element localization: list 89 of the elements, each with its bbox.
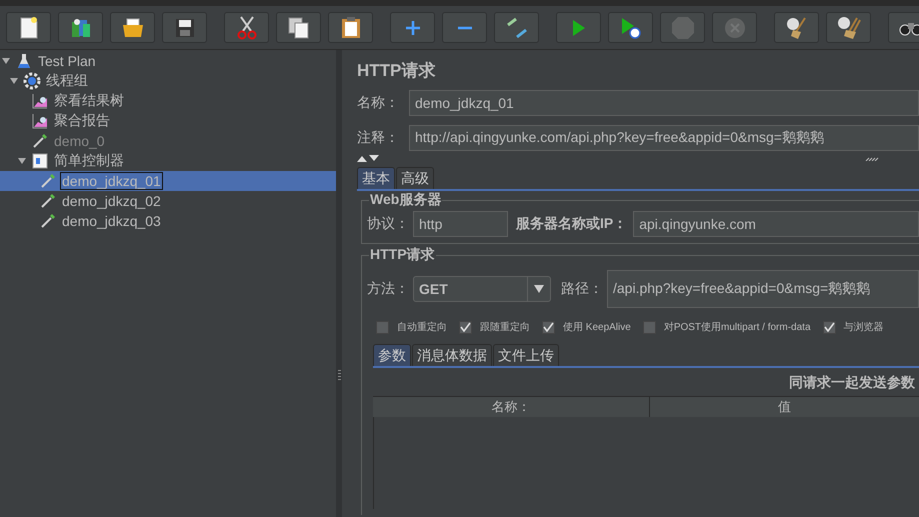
document-icon [20,16,38,38]
checkbox[interactable] [822,320,836,334]
panel-title: HTTP请求 [357,60,436,82]
tree-item[interactable]: demo_jdkzq_03 [0,211,336,231]
toolbar-button[interactable] [58,12,103,43]
checkbox[interactable] [459,320,472,334]
toolbar-button[interactable] [110,12,155,43]
checkbox-label: 对POST使用multipart / form-data [664,320,811,334]
toolbar-button[interactable] [162,12,207,43]
column-header[interactable]: 名称： [373,397,650,417]
field-label: 路径： [561,280,603,298]
checkbox[interactable] [376,320,389,334]
tree-item[interactable]: 简单控制器 [0,151,336,171]
field-label: 方法： [367,280,409,298]
tab[interactable]: 参数 [373,344,411,366]
table-caption: 同请求一起发送参数 [789,374,915,390]
field-label: 名称： [357,94,400,112]
toolbar-button[interactable] [826,12,871,43]
checkbox[interactable] [542,320,555,334]
splitter-grip[interactable] [338,370,341,382]
tree-label: demo_jdkzq_01 [60,172,163,190]
section-title: Web服务器 [369,191,442,209]
tab[interactable]: 消息体数据 [412,344,492,366]
field-label: 协议： [367,215,409,233]
play-timer-icon [620,16,640,38]
pencils-icon [506,16,528,38]
section-title: HTTP请求 [369,246,436,264]
checkbox-label: 与浏览器 [844,320,884,334]
folder-icon [122,18,144,38]
tree-label: demo_0 [53,132,106,150]
expanded-arrow-icon[interactable] [18,157,26,165]
expanded-arrow-icon[interactable] [10,77,18,85]
pipette-icon [40,213,56,229]
cut-icon [236,16,258,40]
checkbox-label: 跟随重定向 [480,320,530,334]
toolbar-button[interactable] [6,12,51,43]
controller-icon [32,153,48,169]
tree-label: demo_jdkzq_03 [61,212,162,230]
toolbar-button[interactable] [774,12,819,43]
tree-item[interactable]: 察看结果树 [0,91,336,111]
tree-item[interactable]: 线程组 [0,71,336,91]
tree-label: 察看结果树 [53,91,125,110]
checkbox[interactable] [642,320,656,334]
chart-icon [32,113,48,129]
toolbar-button[interactable] [328,12,373,43]
tree-label: 简单控制器 [53,151,125,170]
tree-label: 聚合报告 [53,111,111,130]
shutdown-icon [724,16,746,38]
gear-icon [23,72,41,90]
toolbar-button[interactable] [224,12,269,43]
field-label: 注释： [357,129,400,147]
save-icon [174,18,194,38]
chart-icon [32,93,48,109]
protocol-field[interactable]: http [413,211,508,237]
server-field[interactable]: api.qingyunke.com [633,211,919,237]
stop-icon [670,16,694,40]
tree-label: Test Plan [37,52,97,70]
dropdown-arrow-icon [534,285,544,293]
checkbox-label: 使用 KeepAlive [563,321,631,334]
tree-label: demo_jdkzq_02 [61,192,162,210]
tab[interactable]: 文件上传 [493,344,559,366]
toolbar-button[interactable] [276,12,321,43]
pipette-icon [40,193,56,209]
pipette-icon [32,133,48,149]
clipboard-icon [340,16,360,38]
tree-label: 线程组 [45,71,89,90]
comment-field[interactable]: http://api.qingyunke.com/api.php?key=free&appid=0&msg=鹅鹅鹅 [409,125,919,151]
tree-item[interactable]: demo_jdkzq_02 [0,191,336,211]
name-field[interactable]: demo_jdkzq_01 [409,90,919,116]
books-icon [70,16,92,38]
minus-icon [456,26,472,30]
method-dropdown[interactable]: GET [413,276,551,302]
toolbar-button[interactable] [608,12,653,43]
tab[interactable]: 高级 [396,167,434,189]
play-icon [572,18,586,36]
flask-icon [17,53,31,69]
path-field[interactable]: /api.php?key=free&appid=0&msg=鹅鹅鹅 [607,270,919,308]
field-label: 服务器名称或IP： [516,215,628,233]
tree-item[interactable]: 聚合报告 [0,111,336,131]
collapse-arrows-icon[interactable] [357,155,381,162]
resize-grip-icon[interactable] [865,156,879,160]
pipette-icon [40,173,56,189]
tree-item[interactable]: Test Plan [0,51,336,71]
expanded-arrow-icon[interactable] [2,57,10,65]
plus-icon [404,20,420,36]
checkbox-label: 自动重定向 [397,320,447,334]
column-header[interactable]: 值 [650,397,919,417]
tab[interactable]: 基本 [357,167,395,189]
copy-icon [288,16,310,38]
